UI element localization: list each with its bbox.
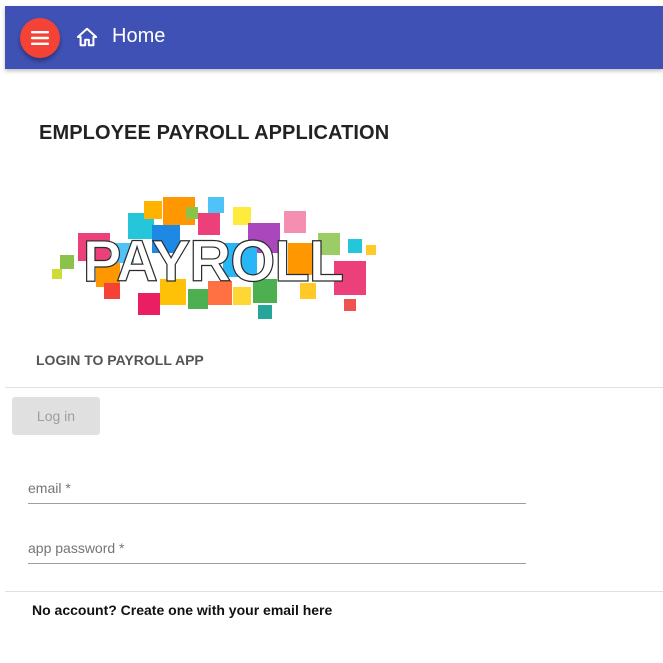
password-field [28, 533, 526, 564]
app-bar: Home [5, 6, 663, 69]
page-title: EMPLOYEE PAYROLL APPLICATION [39, 122, 390, 144]
home-icon[interactable] [76, 26, 98, 48]
hamburger-icon [31, 31, 49, 45]
logo-text: PAYROLL [83, 229, 344, 294]
email-input[interactable] [28, 473, 526, 503]
login-button[interactable]: Log in [12, 397, 100, 435]
menu-button[interactable] [20, 18, 60, 58]
home-link[interactable]: Home [112, 23, 165, 49]
login-heading: LOGIN TO PAYROLL APP [36, 352, 204, 368]
divider-bottom [5, 591, 663, 592]
email-field [28, 473, 526, 504]
signup-link[interactable]: No account? Create one with your email h… [32, 602, 332, 618]
divider-top [5, 387, 663, 388]
password-input[interactable] [28, 533, 526, 563]
payroll-logo: PAYROLL [52, 197, 376, 319]
